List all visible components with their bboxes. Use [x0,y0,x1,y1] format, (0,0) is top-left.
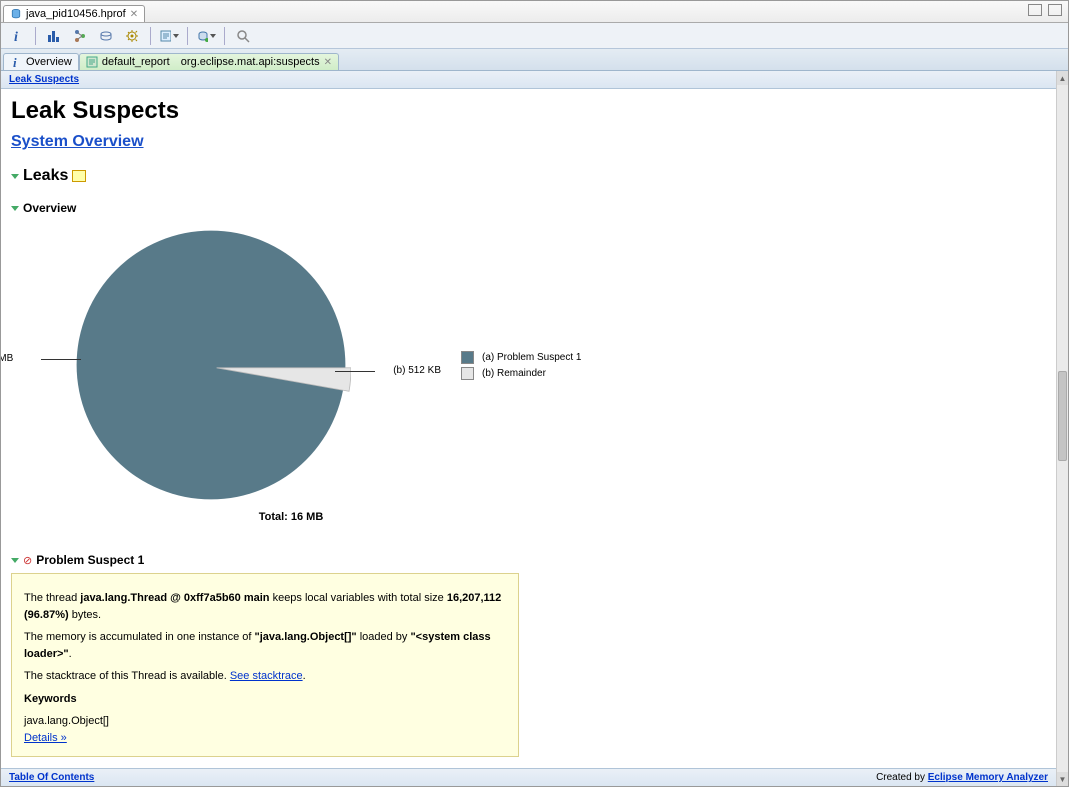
breadcrumb-link[interactable]: Leak Suspects [9,74,79,85]
suspect-p1: The thread java.lang.Thread @ 0xff7a5b60… [24,590,506,623]
section-label: Problem Suspect 1 [36,553,144,567]
content-area: Leak Suspects Leak Suspects System Overv… [1,71,1068,786]
keywords-value: java.lang.Object[] [24,713,506,730]
database-icon [10,8,22,20]
slice-label-b: (b) 512 KB [393,365,441,376]
pie-chart: (a) 15.5 MB (b) 512 KB (a) Problem Suspe… [71,225,1058,505]
sub-tab-bar: i Overview default_report org.eclipse.ma… [1,49,1068,71]
chart-total: Total: 16 MB [151,511,431,523]
window-controls [1028,4,1062,16]
close-icon[interactable]: ✕ [130,9,138,20]
page-title: Leak Suspects [11,97,1058,125]
editor-tab-label: java_pid10456.hprof [26,8,126,20]
breadcrumb: Leak Suspects [1,71,1068,89]
footer-credit: Created by Eclipse Memory Analyzer [876,772,1048,783]
report-body[interactable]: Leak Suspects System Overview Leaks Over… [1,89,1068,766]
section-problem-suspect[interactable]: ⊘ Problem Suspect 1 [11,553,1058,567]
maximize-button[interactable] [1048,4,1062,16]
slice-label-a: (a) 15.5 MB [1,353,13,364]
suspect-p2: The memory is accumulated in one instanc… [24,629,506,662]
vertical-scrollbar[interactable]: ▲ ▼ [1056,71,1068,786]
section-overview[interactable]: Overview [11,201,1058,215]
search-button[interactable] [233,26,253,46]
report-icon [86,56,98,68]
tab-report[interactable]: default_report org.eclipse.mat.api:suspe… [79,53,339,70]
query-dropdown[interactable] [196,26,216,46]
minimize-button[interactable] [1028,4,1042,16]
stacktrace-link[interactable]: See stacktrace [230,670,303,682]
info-icon: i [10,56,22,68]
tab-overview[interactable]: i Overview [3,53,79,70]
tab-label-suffix: org.eclipse.mat.api:suspects [181,56,320,68]
scroll-thumb[interactable] [1058,371,1067,461]
clipboard-icon[interactable] [72,170,86,182]
section-label: Overview [23,201,76,215]
section-leaks[interactable]: Leaks [11,167,1058,185]
info-button[interactable]: i [7,26,27,46]
twisty-icon[interactable] [11,206,19,211]
twisty-icon[interactable] [11,174,19,179]
suspect-p3: The stacktrace of this Thread is availab… [24,668,506,685]
tab-label-prefix: default_report [102,56,170,68]
toolbar: i [1,23,1068,49]
gear-button[interactable] [122,26,142,46]
mat-link[interactable]: Eclipse Memory Analyzer [928,772,1048,783]
tab-label: Overview [26,56,72,68]
oql-button[interactable] [96,26,116,46]
scroll-up-button[interactable]: ▲ [1057,71,1068,85]
footer: Table Of Contents Created by Eclipse Mem… [1,768,1056,786]
legend: (a) Problem Suspect 1 (b) Remainder [461,348,582,383]
close-icon[interactable]: ✕ [324,57,332,68]
legend-item: (a) Problem Suspect 1 [461,351,582,364]
toc-link[interactable]: Table Of Contents [9,772,94,783]
error-icon: ⊘ [23,554,32,567]
editor-tab[interactable]: java_pid10456.hprof ✕ [3,5,145,22]
details-link[interactable]: Details » [24,732,67,744]
svg-text:i: i [13,56,17,68]
editor-tab-bar: java_pid10456.hprof ✕ [1,1,1068,23]
report-dropdown[interactable] [159,26,179,46]
histogram-button[interactable] [44,26,64,46]
tree-button[interactable] [70,26,90,46]
section-label: Leaks [23,167,68,185]
suspect-details-box: The thread java.lang.Thread @ 0xff7a5b60… [11,573,519,757]
pie-svg [71,225,351,505]
legend-item: (b) Remainder [461,367,582,380]
scroll-down-button[interactable]: ▼ [1057,772,1068,786]
twisty-icon[interactable] [11,558,19,563]
keywords-heading: Keywords [24,691,506,708]
svg-text:i: i [14,30,18,43]
system-overview-link[interactable]: System Overview [11,133,144,150]
